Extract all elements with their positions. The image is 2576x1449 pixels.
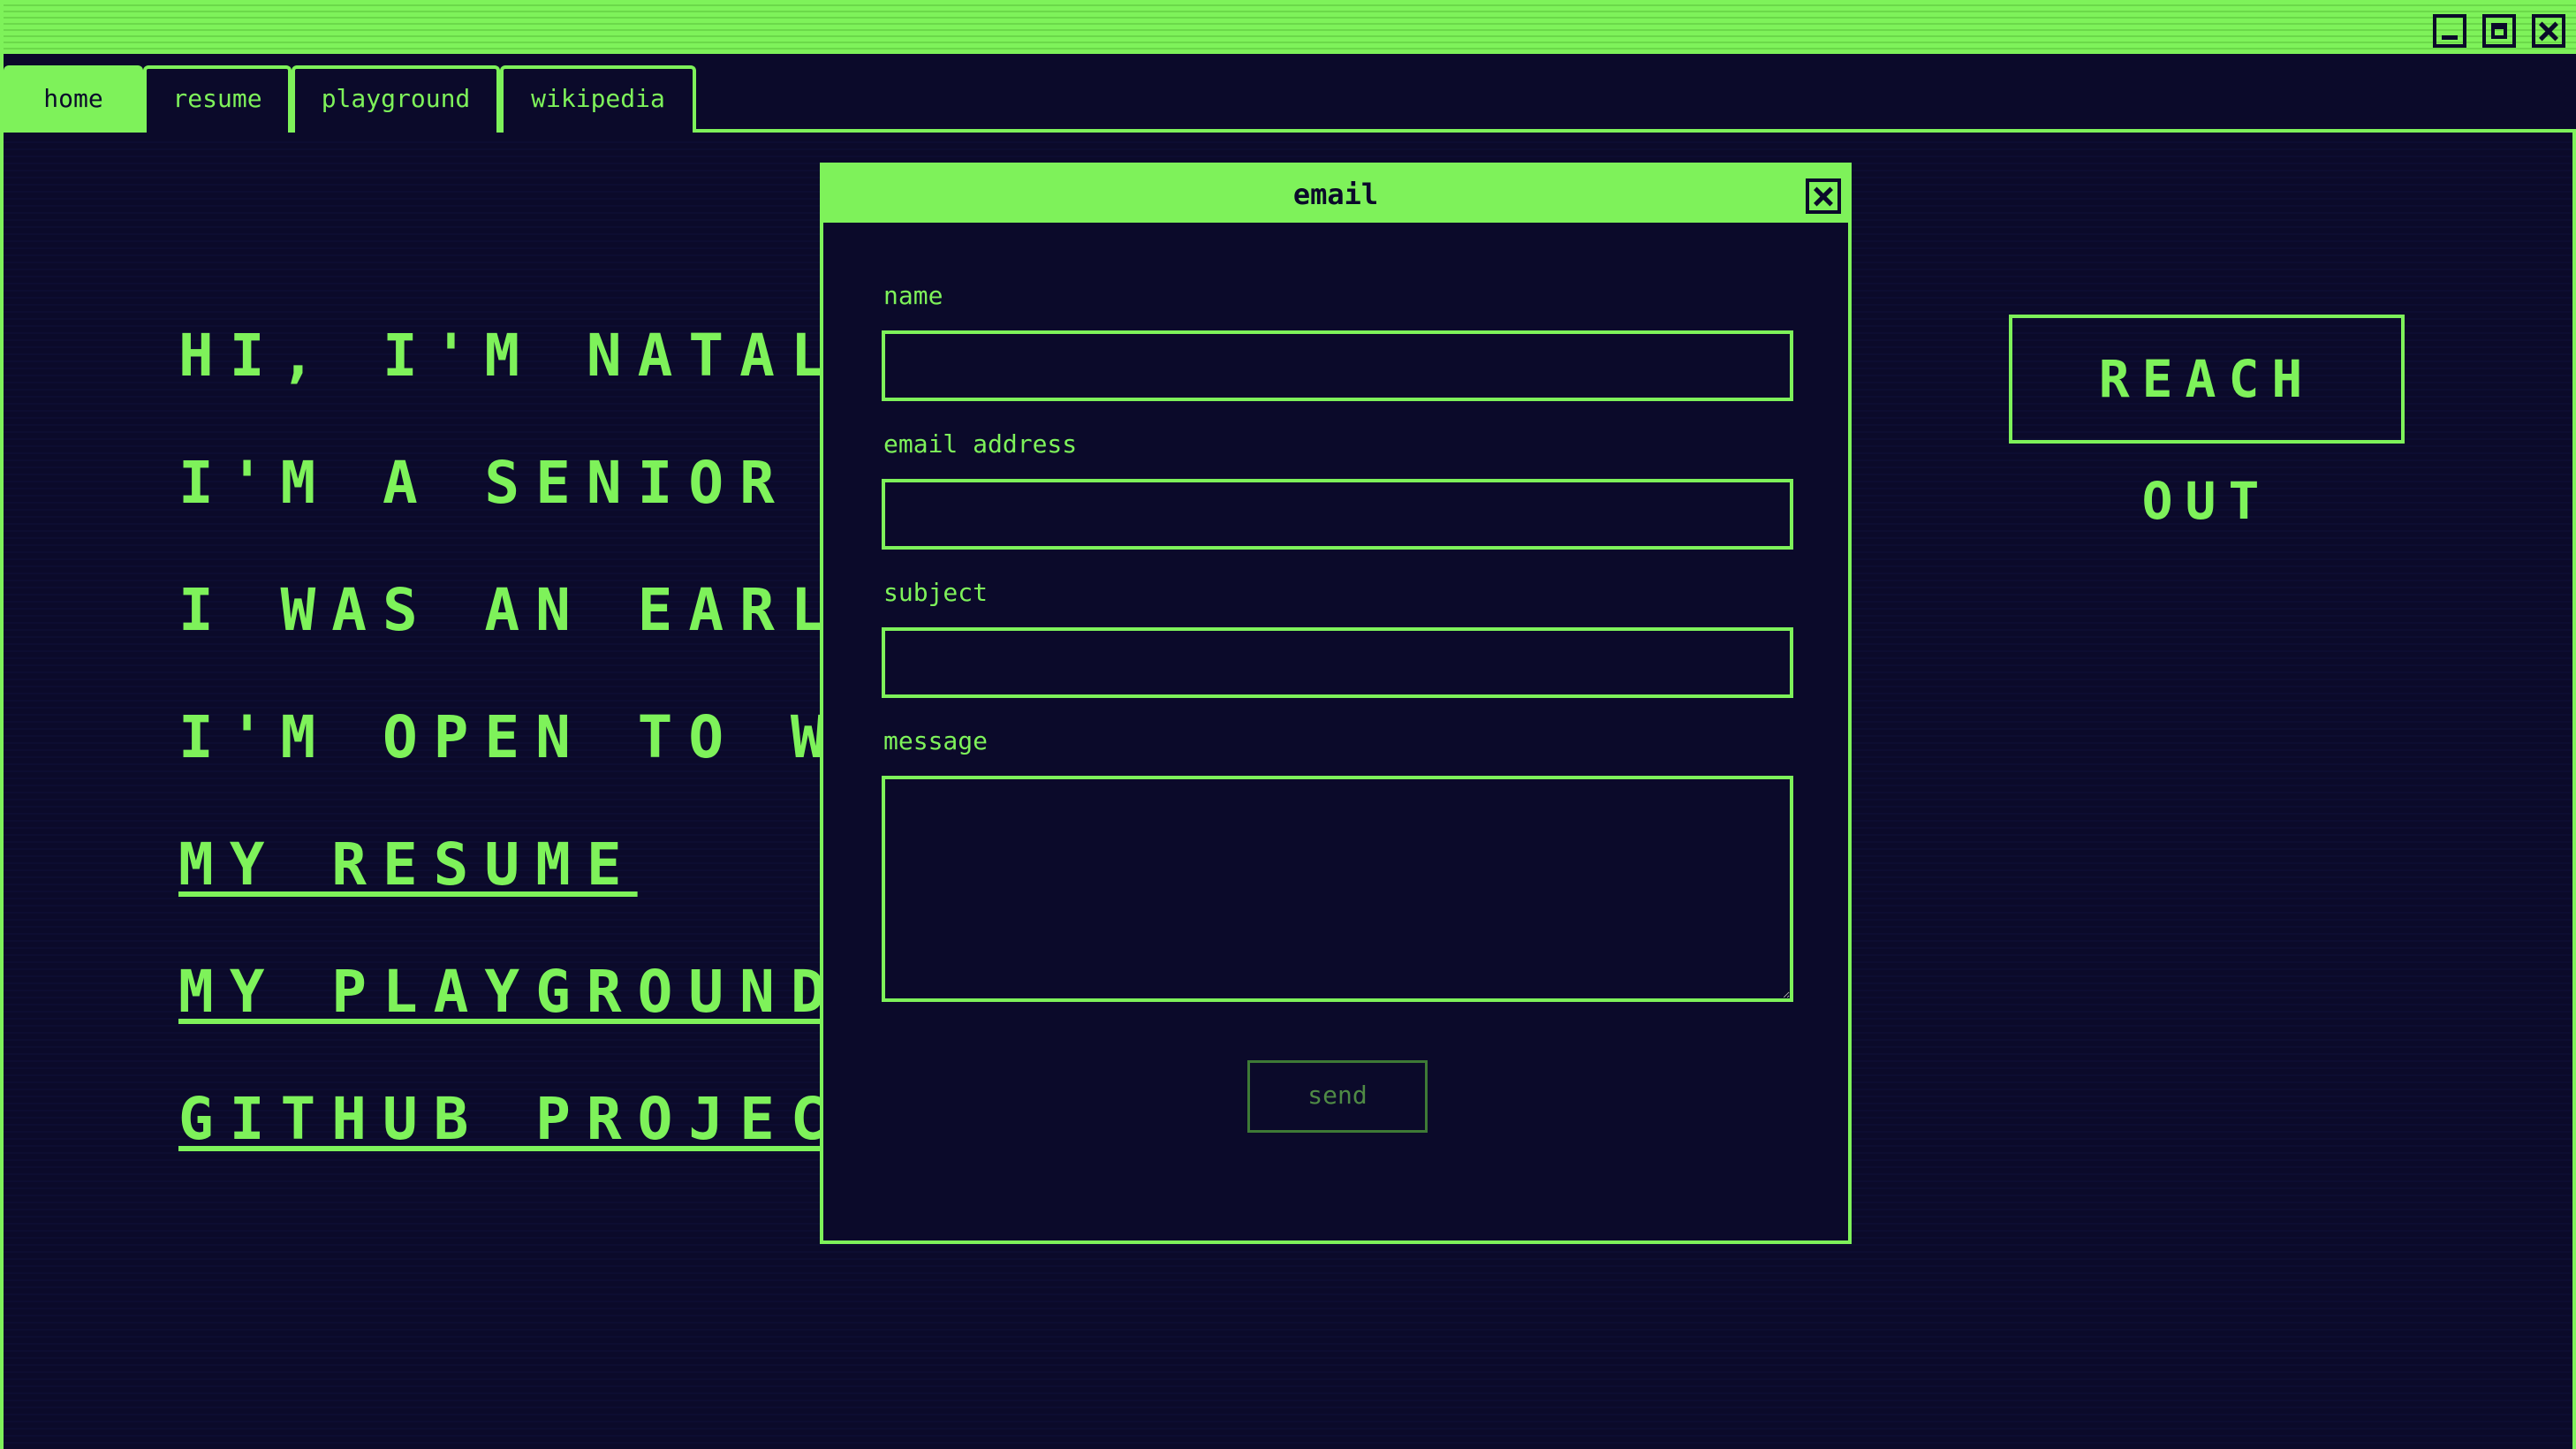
tab-home[interactable]: home xyxy=(4,65,143,133)
minimize-icon[interactable] xyxy=(2433,14,2466,48)
email-input[interactable] xyxy=(882,479,1793,550)
close-icon[interactable] xyxy=(2532,14,2565,48)
title-bar[interactable] xyxy=(4,0,2576,57)
link-github-project[interactable]: GITHUB PROJECT xyxy=(178,1085,892,1153)
link-my-playground[interactable]: MY PLAYGROUND xyxy=(178,958,842,1026)
link-my-resume[interactable]: MY RESUME xyxy=(178,831,638,899)
tab-wikipedia[interactable]: wikipedia xyxy=(500,65,696,133)
send-button[interactable]: send xyxy=(1247,1060,1428,1133)
maximize-icon[interactable] xyxy=(2482,14,2516,48)
message-label: message xyxy=(883,726,989,755)
tab-bar: home resume playground wikipedia xyxy=(4,57,2576,133)
app-window: home resume playground wikipedia HI, I'M… xyxy=(0,0,2576,1449)
name-input[interactable] xyxy=(882,330,1793,401)
subject-label: subject xyxy=(883,578,989,607)
intro-line-early: I WAS AN EARLY xyxy=(178,576,893,644)
name-label: name xyxy=(883,281,943,310)
reach-out-button[interactable]: REACH OUT xyxy=(2009,315,2405,531)
subject-input[interactable] xyxy=(882,627,1793,698)
modal-title[interactable]: email xyxy=(823,166,1848,223)
tab-resume[interactable]: resume xyxy=(143,65,292,133)
tab-playground[interactable]: playground xyxy=(292,65,500,133)
email-label: email address xyxy=(883,429,1078,459)
modal-close-icon[interactable] xyxy=(1806,178,1841,214)
message-textarea[interactable] xyxy=(882,776,1793,1002)
email-modal: email name email address subject message… xyxy=(820,163,1852,1244)
